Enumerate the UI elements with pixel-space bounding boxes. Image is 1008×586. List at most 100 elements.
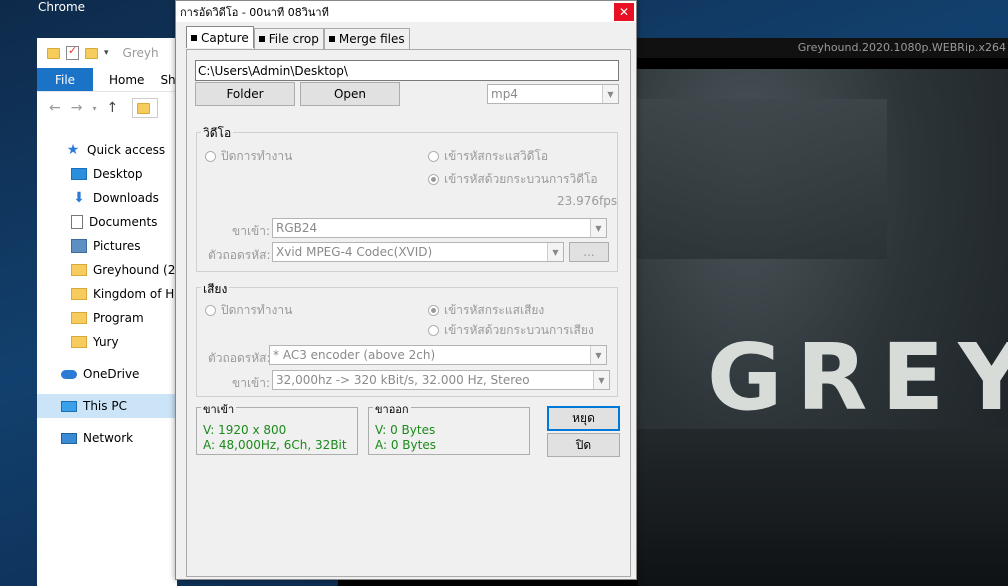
stop-button[interactable]: หยุด	[547, 406, 620, 431]
video-frame[interactable]: GREYH	[637, 69, 1008, 586]
folder-icon	[71, 312, 87, 324]
close-icon[interactable]: ✕	[614, 2, 634, 21]
address-bar[interactable]	[132, 98, 159, 118]
nav-onedrive[interactable]: OneDrive	[37, 362, 177, 386]
nav-label: Desktop	[93, 167, 143, 181]
audio-encode-stream-radio[interactable]: เข้ารหัสกระแสเสียง	[428, 301, 544, 320]
capture-tab-panel: C:\Users\Admin\Desktop\ Folder Open mp4 …	[186, 49, 631, 577]
tab-capture[interactable]: Capture	[186, 26, 254, 48]
sea-image	[637, 429, 1008, 586]
folder-icon	[137, 102, 151, 114]
output-info-box: ขาออก V: 0 Bytes A: 0 Bytes	[368, 400, 530, 455]
format-value: mp4	[491, 87, 518, 101]
navigation-bar: ← → ▾ ↑	[37, 92, 177, 124]
tab-file-crop[interactable]: File crop	[253, 28, 324, 49]
computer-icon	[61, 400, 77, 412]
audio-disable-radio[interactable]: ปิดการทำงาน	[205, 301, 292, 320]
radio-label: เข้ารหัสกระแสเสียง	[444, 303, 545, 317]
taskbar-edge	[338, 580, 638, 586]
tab-marker-icon	[328, 36, 335, 42]
navigation-pane: ★ Quick access Desktop ⬇ Downloads Docum…	[37, 124, 177, 450]
folder-icon	[71, 336, 87, 348]
video-group-label: วิดีโอ	[201, 124, 234, 143]
audio-group-label: เสียง	[201, 280, 230, 299]
nav-label: Yury	[93, 335, 119, 349]
select-value: Xvid MPEG-4 Codec(XVID)	[276, 245, 433, 259]
explorer-titlebar: ▾ Greyh	[37, 38, 177, 68]
ship-image	[637, 99, 887, 259]
new-folder-icon[interactable]	[85, 47, 98, 59]
video-encode-stream-radio[interactable]: เข้ารหัสกระแสวิดีโอ	[428, 147, 548, 166]
dialog-tabs: Capture File crop Merge files	[186, 26, 410, 49]
up-arrow-icon[interactable]: ↑	[106, 100, 118, 116]
radio-label: ปิดการทำงาน	[221, 303, 293, 317]
radio-label: เข้ารหัสด้วยกระบวนการวิดีโอ	[444, 172, 598, 186]
chevron-down-icon: ▼	[547, 243, 563, 261]
ribbon-tab-share[interactable]: Sh	[160, 68, 175, 91]
dialog-title: การอัดวิดีโอ - 00นาที 08วินาที	[180, 5, 329, 19]
nav-quick-access[interactable]: ★ Quick access	[37, 138, 177, 162]
open-button[interactable]: Open	[300, 82, 400, 106]
nav-this-pc[interactable]: This PC	[37, 394, 177, 418]
radio-icon	[428, 325, 439, 336]
explorer-title: Greyh	[122, 46, 159, 60]
file-explorer-window: ▾ Greyh File Home Sh ← → ▾ ↑ ★ Quick acc…	[37, 38, 177, 586]
back-arrow-icon[interactable]: ←	[49, 100, 61, 116]
properties-icon[interactable]	[66, 44, 79, 60]
cloud-icon	[61, 369, 77, 379]
forward-arrow-icon[interactable]: →	[71, 100, 83, 116]
nav-item-kingdom[interactable]: Kingdom of Hea	[37, 282, 177, 306]
tab-label: Capture	[201, 30, 249, 45]
nav-label: This PC	[83, 399, 127, 413]
radio-icon	[428, 174, 439, 185]
nav-item-downloads[interactable]: ⬇ Downloads	[37, 186, 177, 210]
video-fps: 23.976fps	[557, 194, 618, 208]
audio-output-select[interactable]: 32,000hz -> 320 kBit/s, 32.000 Hz, Stere…	[272, 370, 610, 390]
input-info-box: ขาเข้า V: 1920 x 800 A: 48,000Hz, 6Ch, 3…	[196, 400, 358, 455]
folder-button[interactable]: Folder	[195, 82, 295, 106]
input-info-label: ขาเข้า	[201, 400, 237, 418]
input-video-info: V: 1920 x 800	[203, 423, 287, 437]
output-path-input[interactable]: C:\Users\Admin\Desktop\	[195, 60, 619, 81]
nav-network[interactable]: Network	[37, 426, 177, 450]
nav-item-desktop[interactable]: Desktop	[37, 162, 177, 186]
ribbon-tab-file[interactable]: File	[37, 68, 93, 91]
quick-access-dropdown-icon[interactable]: ▾	[104, 48, 109, 58]
video-input-select[interactable]: RGB24 ▼	[272, 218, 607, 238]
ribbon-tabs: File Home Sh	[37, 68, 177, 92]
nav-label: Program	[93, 311, 144, 325]
nav-item-program[interactable]: Program	[37, 306, 177, 330]
radio-label: เข้ารหัสด้วยกระบวนการเสียง	[444, 323, 594, 337]
ribbon-tab-home[interactable]: Home	[93, 68, 160, 91]
pictures-icon	[71, 239, 87, 253]
audio-encode-process-radio[interactable]: เข้ารหัสด้วยกระบวนการเสียง	[428, 321, 594, 340]
codec-settings-button[interactable]: ...	[569, 242, 609, 262]
nav-label: Kingdom of Hea	[93, 287, 177, 301]
recent-dropdown-icon[interactable]: ▾	[92, 104, 96, 113]
chevron-down-icon: ▼	[590, 346, 606, 364]
tab-merge-files[interactable]: Merge files	[323, 28, 410, 49]
input-audio-info: A: 48,000Hz, 6Ch, 32Bit	[203, 438, 347, 452]
nav-item-documents[interactable]: Documents	[37, 210, 177, 234]
folder-icon	[47, 47, 60, 59]
audio-codec-select[interactable]: * AC3 encoder (above 2ch) ▼	[269, 345, 607, 365]
player-filename: Greyhound.2020.1080p.WEBRip.x264	[637, 38, 1008, 58]
movie-title-overlay: GREYH	[707, 324, 1008, 431]
format-select[interactable]: mp4 ▼	[487, 84, 619, 104]
radio-icon	[205, 151, 216, 162]
video-codec-select[interactable]: Xvid MPEG-4 Codec(XVID) ▼	[272, 242, 564, 262]
nav-label: Documents	[89, 215, 158, 229]
tab-label: Merge files	[338, 32, 405, 46]
video-input-label: ขาเข้า:	[232, 224, 271, 238]
output-info-label: ขาออก	[373, 400, 411, 418]
close-button[interactable]: ปิด	[547, 433, 620, 457]
audio-output-label: ขาเข้า:	[232, 376, 271, 390]
nav-item-pictures[interactable]: Pictures	[37, 234, 177, 258]
nav-label: Pictures	[93, 239, 141, 253]
nav-item-yury[interactable]: Yury	[37, 330, 177, 354]
tab-label: File crop	[268, 32, 319, 46]
video-disable-radio[interactable]: ปิดการทำงาน	[205, 147, 292, 166]
video-encode-process-radio[interactable]: เข้ารหัสด้วยกระบวนการวิดีโอ	[428, 170, 598, 189]
chevron-down-icon: ▼	[590, 219, 606, 237]
nav-item-greyhound[interactable]: Greyhound (2020	[37, 258, 177, 282]
